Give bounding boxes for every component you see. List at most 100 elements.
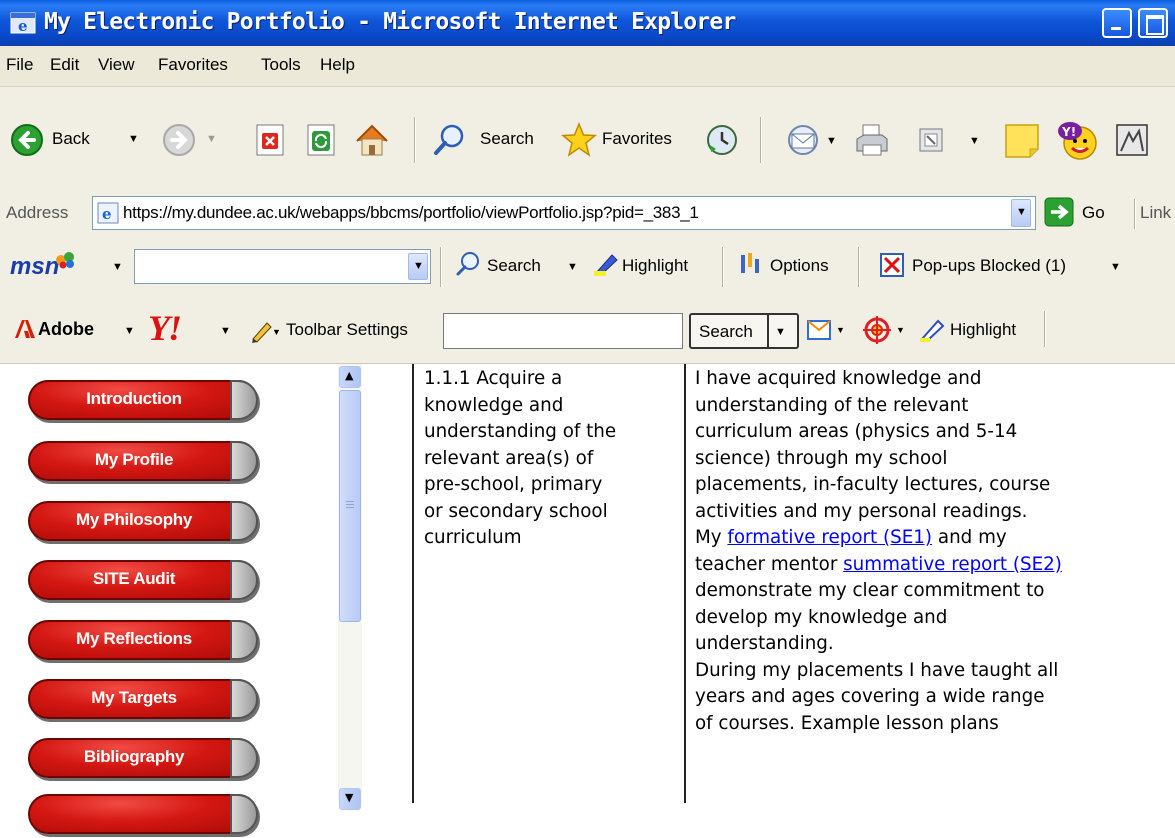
maximize-button[interactable] bbox=[1138, 8, 1168, 38]
formative-report-link[interactable]: formative report (SE1) bbox=[727, 527, 932, 548]
nav-my-profile-button[interactable]: My Profile bbox=[28, 441, 258, 485]
toolbar-settings-button[interactable]: ▼ Toolbar Settings bbox=[250, 317, 440, 345]
yahoo-search-input[interactable] bbox=[443, 313, 683, 349]
toolbar-separator bbox=[722, 247, 723, 287]
back-dropdown-icon[interactable]: ▼ bbox=[128, 133, 139, 145]
nav-label: My Reflections bbox=[76, 629, 192, 648]
nav-label: My Profile bbox=[94, 450, 174, 469]
address-field[interactable]: e https://my.dundee.ac.uk/webapps/bbcms/… bbox=[92, 196, 1036, 230]
evidence-line: understanding. bbox=[695, 633, 834, 654]
mail-button[interactable]: ▼ bbox=[784, 123, 844, 157]
evidence-line: of courses. Example lesson plans bbox=[695, 712, 999, 734]
notes-button[interactable] bbox=[1002, 121, 1042, 161]
nav-next-button[interactable] bbox=[28, 794, 258, 838]
page-content: Introduction My Profile My Philosophy SI… bbox=[0, 364, 1175, 834]
forward-dropdown-icon[interactable]: ▼ bbox=[206, 133, 217, 145]
refresh-button[interactable] bbox=[304, 123, 338, 157]
research-icon bbox=[1116, 124, 1148, 156]
nav-my-targets-button[interactable]: My Targets bbox=[28, 679, 258, 723]
edit-page-icon bbox=[919, 128, 943, 152]
msn-logo[interactable]: msn bbox=[10, 251, 74, 281]
history-button[interactable] bbox=[705, 123, 739, 157]
links-label[interactable]: Link bbox=[1140, 203, 1171, 223]
evidence-line: develop my knowledge and bbox=[695, 606, 948, 628]
popups-blocked-button[interactable]: Pop-ups Blocked (1) ▼ bbox=[880, 251, 1140, 281]
msn-search-button[interactable]: Search ▼ bbox=[455, 251, 585, 281]
menu-file[interactable]: File bbox=[6, 55, 33, 75]
table-border-middle bbox=[684, 364, 686, 803]
minimize-button[interactable] bbox=[1102, 8, 1132, 38]
print-button[interactable] bbox=[854, 123, 890, 157]
nav-site-audit-button[interactable]: SITE Audit bbox=[28, 560, 258, 604]
menu-tools[interactable]: Tools bbox=[261, 55, 301, 75]
nav-vertical-scrollbar[interactable]: ▲ ▼ bbox=[338, 364, 362, 810]
favorites-button[interactable]: Favorites bbox=[560, 121, 700, 159]
scroll-up-button[interactable]: ▲ bbox=[339, 366, 361, 388]
yahoo-mail-button[interactable]: ▼ bbox=[806, 317, 856, 345]
mail-dropdown-icon[interactable]: ▼ bbox=[826, 135, 837, 147]
yahoo-search-button[interactable]: Search ▼ bbox=[689, 313, 799, 349]
address-dropdown-button[interactable]: ▼ bbox=[1011, 199, 1031, 227]
toolbar-separator bbox=[858, 247, 859, 287]
antispy-button[interactable]: ▼ bbox=[862, 315, 912, 345]
edit-dropdown-icon[interactable]: ▼ bbox=[969, 135, 980, 147]
evidence-text: and my bbox=[932, 527, 1007, 548]
nav-bibliography-button[interactable]: Bibliography bbox=[28, 738, 258, 782]
history-clock-icon bbox=[707, 125, 737, 155]
yahoo-logo-button[interactable]: Y! ▼ bbox=[148, 307, 238, 348]
nav-my-philosophy-button[interactable]: My Philosophy bbox=[28, 501, 258, 545]
nav-my-reflections-button[interactable]: My Reflections bbox=[28, 620, 258, 664]
window-title: My Electronic Portfolio - Microsoft Inte… bbox=[44, 9, 736, 35]
chevron-down-icon: ▼ bbox=[1016, 206, 1027, 218]
nav-introduction-button[interactable]: Introduction bbox=[28, 380, 258, 424]
evidence-cell: I have acquired knowledge and understand… bbox=[695, 366, 1175, 737]
yahoo-highlight-button[interactable]: Highlight bbox=[918, 317, 1038, 345]
home-button[interactable] bbox=[353, 121, 391, 159]
msn-options-button[interactable]: Options bbox=[738, 251, 848, 281]
menu-view[interactable]: View bbox=[98, 55, 135, 75]
split-divider bbox=[767, 313, 769, 349]
favorites-label: Favorites bbox=[602, 129, 672, 148]
toolbar-settings-label: Toolbar Settings bbox=[286, 320, 408, 339]
summative-report-link[interactable]: summative report (SE2) bbox=[843, 554, 1062, 575]
forward-arrow-icon bbox=[163, 124, 195, 156]
standard-line: understanding of the bbox=[424, 421, 617, 442]
mail-icon bbox=[788, 125, 818, 155]
standard-cell: 1.1.1 Acquire a knowledge and understand… bbox=[424, 366, 682, 552]
address-bar: Address e https://my.dundee.ac.uk/webapp… bbox=[0, 191, 1175, 238]
standard-line: relevant area(s) of bbox=[424, 447, 594, 469]
scroll-down-button[interactable]: ▼ bbox=[339, 788, 361, 810]
edit-button[interactable]: ▼ bbox=[915, 123, 985, 157]
minimize-icon bbox=[1111, 27, 1121, 30]
scroll-thumb[interactable] bbox=[339, 390, 361, 622]
toolbar-separator bbox=[440, 247, 441, 287]
msn-butterfly-icon bbox=[56, 252, 74, 269]
menu-bar: File Edit View Favorites Tools Help bbox=[0, 46, 1175, 87]
menu-favorites[interactable]: Favorites bbox=[158, 55, 228, 75]
go-arrow-icon bbox=[1044, 197, 1074, 227]
msn-highlight-label: Highlight bbox=[622, 256, 689, 275]
msn-highlight-button[interactable]: Highlight bbox=[592, 251, 712, 281]
nav-label: Bibliography bbox=[83, 747, 185, 766]
title-bar: e My Electronic Portfolio - Microsoft In… bbox=[0, 0, 1175, 46]
research-button[interactable] bbox=[1115, 123, 1149, 157]
msn-search-input[interactable]: ▼ bbox=[134, 249, 431, 284]
evidence-line: activities and my personal readings. bbox=[695, 500, 1028, 522]
menu-help[interactable]: Help bbox=[320, 55, 355, 75]
search-button[interactable]: Search bbox=[432, 123, 544, 157]
stop-icon bbox=[256, 124, 284, 156]
back-button[interactable]: Back ▼ bbox=[10, 123, 160, 157]
msn-search-dropdown-button[interactable]: ▼ bbox=[408, 253, 428, 280]
stop-button[interactable] bbox=[253, 123, 287, 157]
toolbar-separator bbox=[1134, 199, 1135, 229]
messenger-button[interactable]: Y! bbox=[1056, 119, 1100, 163]
adobe-button[interactable]: Adobe ▼ bbox=[14, 317, 144, 345]
ie-app-icon: e bbox=[10, 12, 36, 35]
go-button[interactable]: Go bbox=[1044, 197, 1114, 229]
menu-edit[interactable]: Edit bbox=[50, 55, 79, 75]
evidence-line: understanding of the relevant bbox=[695, 394, 969, 416]
msn-dropdown-icon[interactable]: ▼ bbox=[112, 261, 123, 273]
forward-button[interactable]: ▼ bbox=[162, 123, 232, 157]
evidence-line: teacher mentor summative report (SE2) bbox=[695, 552, 1175, 579]
yahoo-logo-icon: Y! bbox=[148, 308, 182, 348]
